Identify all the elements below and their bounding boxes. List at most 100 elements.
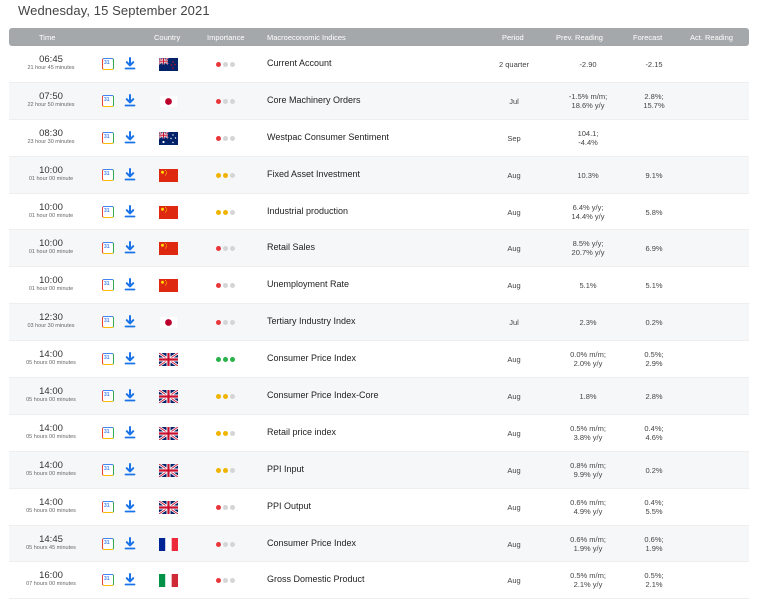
- google-calendar-icon[interactable]: [102, 242, 114, 255]
- google-calendar-icon[interactable]: [102, 353, 114, 366]
- time-cell: 08:30 23 hour 30 minutes: [9, 128, 93, 146]
- download-icon[interactable]: [124, 315, 136, 328]
- prev-reading-cell: 8.5% y/y; 20.7% y/y: [554, 239, 622, 257]
- header-actual-reading: Act. Reading: [690, 33, 733, 42]
- importance-dot: [223, 430, 228, 436]
- indicator-name[interactable]: Consumer Price Index-Core: [267, 390, 379, 400]
- indicator-name[interactable]: PPI Output: [267, 501, 311, 511]
- google-calendar-icon[interactable]: [102, 574, 114, 587]
- table-row: 07:5022 hour 50 minutes Core Machinery Or…: [9, 82, 749, 120]
- download-icon[interactable]: [124, 204, 136, 218]
- importance-dot: [223, 504, 228, 510]
- download-icon[interactable]: [124, 93, 136, 107]
- prev-reading-cell-line: 104.1;: [577, 128, 599, 138]
- prev-reading-cell-line: 1.9% y/y: [573, 543, 603, 553]
- period-cell: 2 quarter: [498, 60, 530, 69]
- prev-reading-cell-line: 0.6% m/m;: [570, 497, 606, 507]
- download-icon[interactable]: [124, 536, 136, 550]
- google-calendar-icon[interactable]: [102, 131, 114, 144]
- download-icon[interactable]: [124, 57, 136, 70]
- download-icon[interactable]: [124, 130, 136, 144]
- period-cell: Aug: [507, 355, 521, 365]
- importance-dot: [230, 541, 235, 547]
- period-cell: Aug: [507, 428, 521, 438]
- period-cell: Jul: [509, 96, 519, 106]
- prev-reading-cell-line: 3.8% y/y: [573, 432, 603, 442]
- prev-reading-cell: -2.90: [554, 60, 622, 69]
- prev-reading-cell: 5.1%: [554, 281, 622, 290]
- importance-dot: [223, 578, 228, 584]
- indicator-name[interactable]: Industrial production: [267, 206, 348, 216]
- indicator-name[interactable]: Retail price index: [267, 427, 336, 437]
- indicator-name[interactable]: PPI Input: [267, 464, 304, 474]
- indicator-name[interactable]: Retail Sales: [267, 242, 315, 252]
- download-icon[interactable]: [124, 241, 136, 254]
- event-time: 14:00: [39, 422, 63, 434]
- indicator-name[interactable]: Gross Domestic Product: [267, 574, 365, 584]
- flag-china-icon: [159, 279, 178, 293]
- event-time: 10:00: [39, 201, 63, 213]
- google-calendar-icon[interactable]: [102, 390, 114, 403]
- importance-indicator: [216, 430, 240, 437]
- prev-reading-cell: 0.5% m/m; 3.8% y/y: [554, 424, 622, 442]
- period-cell: Aug: [507, 539, 521, 549]
- event-time: 10:00: [39, 238, 63, 250]
- indicator-name[interactable]: Fixed Asset Investment: [267, 169, 360, 179]
- indicator-name[interactable]: Westpac Consumer Sentiment: [267, 132, 389, 142]
- download-icon[interactable]: [124, 167, 136, 181]
- time-remaining: 03 hour 30 minutes: [27, 323, 75, 330]
- google-calendar-icon[interactable]: [102, 500, 114, 513]
- google-calendar-icon[interactable]: [102, 205, 114, 218]
- flag-france-icon: [159, 537, 178, 551]
- importance-dot: [230, 283, 235, 289]
- importance-indicator: [216, 246, 240, 252]
- google-calendar-icon[interactable]: [102, 279, 114, 292]
- importance-indicator: [216, 172, 240, 179]
- google-calendar-icon[interactable]: [102, 168, 114, 181]
- prev-reading-cell: -1.5% m/m; 18.6% y/y: [554, 92, 622, 110]
- indicator-name[interactable]: Unemployment Rate: [267, 279, 349, 289]
- economic-calendar-table: Time Country Importance Macroeconomic In…: [9, 28, 749, 600]
- indicator-name[interactable]: Consumer Price Index: [267, 538, 356, 548]
- download-icon[interactable]: [124, 499, 136, 513]
- forecast-cell: 0.6%; 1.9%: [624, 535, 684, 553]
- indicator-name[interactable]: Current Account: [267, 58, 332, 68]
- download-icon[interactable]: [124, 389, 136, 402]
- download-icon[interactable]: [124, 462, 136, 476]
- download-icon[interactable]: [124, 425, 136, 439]
- event-time: 08:30: [39, 127, 63, 139]
- event-time: 14:00: [39, 459, 63, 471]
- google-calendar-icon[interactable]: [102, 537, 114, 550]
- time-cell: 16:00 07 hours 00 minutes: [9, 570, 93, 588]
- importance-indicator: [216, 62, 240, 68]
- importance-indicator: [216, 578, 240, 584]
- google-calendar-icon[interactable]: [102, 94, 114, 107]
- time-cell: 07:50 22 hour 50 minutes: [9, 91, 93, 109]
- download-icon[interactable]: [124, 278, 136, 291]
- download-icon[interactable]: [124, 573, 136, 586]
- forecast-cell-line: 0.5%;: [644, 571, 664, 581]
- google-calendar-icon[interactable]: [102, 58, 114, 70]
- forecast-cell-line: 4.6%: [645, 432, 663, 442]
- forecast-cell-line: 5.1%: [645, 281, 663, 291]
- google-calendar-icon[interactable]: [102, 316, 114, 329]
- prev-reading-cell-line: 6.4% y/y;: [572, 202, 604, 212]
- time-remaining: 05 hours 00 minutes: [26, 397, 76, 404]
- google-calendar-icon[interactable]: [102, 426, 114, 439]
- importance-indicator: [216, 357, 240, 363]
- prev-reading-cell: 6.4% y/y; 14.4% y/y: [554, 203, 622, 221]
- indicator-name[interactable]: Core Machinery Orders: [267, 95, 361, 105]
- indicator-name[interactable]: Consumer Price Index: [267, 353, 356, 363]
- event-time: 14:45: [39, 533, 63, 545]
- table-row: 14:4505 hours 45 minutes Consumer Price I…: [9, 525, 749, 563]
- importance-dot: [223, 62, 228, 67]
- importance-indicator: [216, 394, 240, 400]
- flag-united-kingdom-icon: [159, 390, 178, 404]
- table-row: 06:4521 hour 45 minutes Current Account 2 …: [9, 46, 749, 83]
- download-icon[interactable]: [124, 352, 136, 365]
- importance-dot: [223, 135, 228, 141]
- google-calendar-icon[interactable]: [102, 463, 114, 476]
- indicator-name[interactable]: Tertiary Industry Index: [267, 316, 356, 326]
- flag-new-zealand-icon: [159, 58, 178, 71]
- forecast-cell-line: 15.7%: [643, 100, 665, 110]
